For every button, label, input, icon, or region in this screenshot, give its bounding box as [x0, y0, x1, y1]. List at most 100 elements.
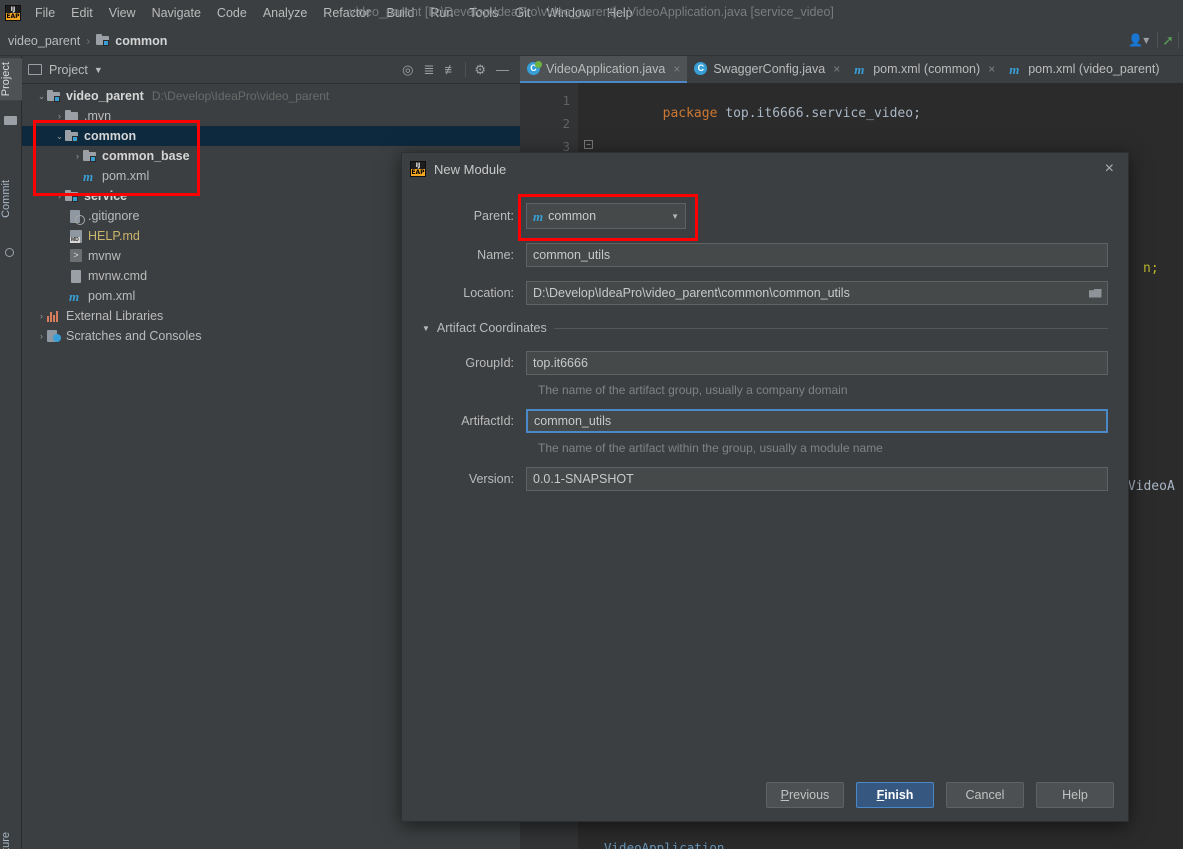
tab-label: SwaggerConfig.java	[713, 61, 826, 76]
menu-item-file[interactable]: File	[27, 3, 63, 23]
tree-node-label: video_parent	[66, 89, 144, 103]
module-folder-icon	[83, 149, 98, 164]
previous-label-rest: revious	[789, 788, 830, 802]
menu-item-run[interactable]: Run	[422, 3, 461, 23]
shell-script-icon	[69, 248, 84, 264]
chevron-right-icon[interactable]: ›	[54, 111, 65, 121]
collapse-all-icon[interactable]: ≢	[439, 62, 462, 77]
tab-videoapplication-java[interactable]: VideoApplication.java ×	[520, 56, 688, 83]
new-module-dialog: IJ EAP New Module × Parent: m common ▼ N…	[401, 152, 1129, 822]
tree-node-label: .mvn	[84, 109, 112, 123]
tree-node-mvn[interactable]: › .mvn	[22, 106, 520, 126]
breadcrumb-module[interactable]: common	[96, 33, 167, 48]
menu-item-code[interactable]: Code	[209, 3, 255, 23]
tab-pom-video-parent[interactable]: m pom.xml (video_parent)	[1002, 56, 1166, 83]
file-icon	[69, 269, 84, 284]
tree-node-common[interactable]: ⌄ common	[22, 126, 520, 146]
tree-node-label: HELP.md	[88, 229, 140, 243]
chevron-right-icon[interactable]: ›	[54, 191, 65, 201]
menu-item-tools[interactable]: Tools	[461, 3, 506, 23]
menu-item-help[interactable]: Help	[599, 3, 641, 23]
dialog-title-bar: IJ EAP New Module ×	[402, 153, 1128, 185]
artifactid-input[interactable]	[526, 409, 1108, 433]
hide-icon[interactable]: —	[491, 62, 514, 77]
titlebar-actions: 👤▾ ➚	[1124, 29, 1179, 51]
chevron-right-icon[interactable]: ›	[72, 151, 83, 161]
user-account-icon[interactable]: 👤▾	[1124, 31, 1153, 49]
line-number: 1	[562, 93, 570, 108]
commit-icon	[4, 246, 17, 259]
menu-item-window[interactable]: Window	[538, 3, 598, 23]
tree-node-label: common	[84, 129, 137, 143]
editor-tab-bar: VideoApplication.java × SwaggerConfig.ja…	[520, 56, 1183, 83]
expand-all-icon[interactable]: ≣	[418, 62, 439, 78]
triangle-down-icon[interactable]: ▼	[422, 324, 430, 333]
left-tool-window-strip: Project Commit Structure	[0, 56, 22, 849]
tree-node-label: pom.xml	[102, 169, 150, 183]
chevron-down-icon[interactable]: ▼	[671, 212, 679, 221]
location-label: Location:	[463, 286, 514, 300]
parent-combobox[interactable]: m common ▼	[526, 203, 686, 229]
groupid-hint: The name of the artifact group, usually …	[538, 383, 848, 397]
name-input[interactable]	[526, 243, 1108, 267]
folder-icon	[65, 109, 80, 124]
chevron-down-icon[interactable]: ⌄	[36, 91, 47, 102]
folder-browse-icon[interactable]	[1083, 282, 1107, 304]
sidebar-item-commit[interactable]: Commit	[0, 176, 22, 222]
location-input[interactable]	[526, 281, 1108, 305]
parent-label: Parent:	[473, 209, 514, 223]
tab-swaggerconfig-java[interactable]: SwaggerConfig.java ×	[687, 56, 847, 83]
groupid-input[interactable]	[526, 351, 1108, 375]
previous-button[interactable]: Previous	[766, 782, 844, 808]
finish-button[interactable]: Finish	[856, 782, 934, 808]
maven-icon: m	[83, 168, 94, 184]
menu-item-git[interactable]: Git	[506, 3, 538, 23]
dialog-body: Parent: m common ▼ Name: Location:	[402, 203, 1128, 491]
previous-mnemonic: P	[780, 788, 790, 802]
menu-item-edit[interactable]: Edit	[63, 3, 101, 23]
code-fold-icon[interactable]: −	[584, 140, 593, 149]
cancel-button[interactable]: Cancel	[946, 782, 1024, 808]
toolbar-divider-2	[1178, 32, 1179, 48]
menu-item-refactor[interactable]: Refactor	[315, 3, 378, 23]
menu-item-analyze[interactable]: Analyze	[255, 3, 315, 23]
build-hammer-icon[interactable]: ➚	[1162, 32, 1174, 49]
tree-node-label: .gitignore	[88, 209, 140, 223]
menu-bar: IJ EAP File Edit View Navigate Code Anal…	[0, 0, 1183, 26]
tree-node-video-parent[interactable]: ⌄ video_parent D:\Develop\IdeaPro\video_…	[22, 86, 520, 106]
tree-node-label: Scratches and Consoles	[66, 329, 202, 343]
chevron-down-icon[interactable]: ▼	[94, 65, 103, 75]
menu-item-navigate[interactable]: Navigate	[144, 3, 209, 23]
maven-module-icon: m	[533, 208, 544, 224]
tab-pom-common[interactable]: m pom.xml (common) ×	[847, 56, 1002, 83]
breadcrumb-project[interactable]: video_parent	[8, 34, 80, 48]
version-input[interactable]	[526, 467, 1108, 491]
intellij-logo-icon: IJ EAP	[410, 161, 426, 177]
chevron-right-icon[interactable]: ›	[36, 311, 47, 321]
artifact-coordinates-section[interactable]: ▼ Artifact Coordinates	[422, 321, 1108, 335]
sidebar-item-project[interactable]: Project	[0, 58, 22, 101]
sidebar-item-structure[interactable]: Structure	[0, 828, 22, 849]
parent-row: Parent: m common ▼	[422, 203, 1108, 229]
tree-node-label: External Libraries	[66, 309, 164, 323]
chevron-right-icon[interactable]: ›	[36, 331, 47, 341]
tree-node-label: mvnw	[88, 249, 121, 263]
close-icon[interactable]: ×	[833, 62, 840, 76]
tree-node-label: pom.xml	[88, 289, 136, 303]
close-icon[interactable]: ×	[988, 62, 995, 76]
close-icon[interactable]: ×	[1099, 161, 1120, 177]
libraries-icon	[47, 309, 62, 324]
chevron-down-icon[interactable]: ⌄	[54, 131, 65, 142]
class-icon	[694, 61, 708, 76]
project-panel-title: Project	[49, 62, 88, 77]
menu-item-build[interactable]: Build	[379, 3, 423, 23]
close-icon[interactable]: ×	[673, 62, 680, 76]
gear-icon[interactable]: ⚙	[469, 62, 491, 78]
toolbar-divider	[1157, 32, 1159, 48]
scratches-icon	[47, 329, 62, 344]
menu-item-view[interactable]: View	[101, 3, 144, 23]
help-button[interactable]: Help	[1036, 782, 1114, 808]
section-title: Artifact Coordinates	[436, 321, 547, 335]
locate-icon[interactable]: ◎	[397, 62, 418, 78]
location-row: Location:	[422, 281, 1108, 305]
